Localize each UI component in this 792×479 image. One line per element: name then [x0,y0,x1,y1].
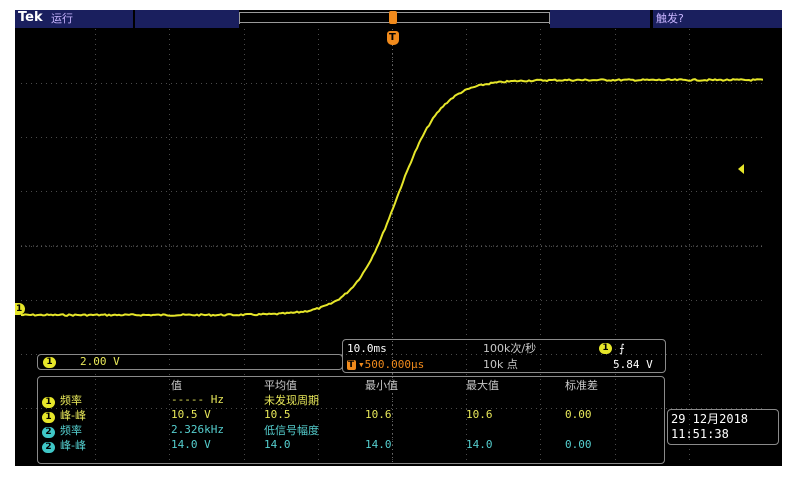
measurements-header-max: 最大值 [466,379,499,392]
row3-channel-badge: 2 [42,427,55,438]
trigger-position-marker-icon[interactable]: T [387,31,399,45]
trigger-status-label: 触发? [656,12,684,25]
row1-value: ----- Hz [171,393,224,406]
horizontal-delay: ▾500.000µs [358,358,425,371]
top-status-bar-right-gap [550,10,650,28]
row2-channel-badge: 1 [42,412,55,423]
run-state-label: 运行 [51,12,73,25]
trigger-level-marker-icon[interactable] [738,164,744,174]
ch1-scale-value: 2.00 V [80,355,120,368]
row4-value: 14.0 V [171,438,211,451]
record-trigger-marker-icon [389,11,397,24]
time-label: 11:51:38 [671,427,729,441]
row3-mean: 低信号幅度 [264,424,319,437]
row4-mean: 14.0 [264,438,291,451]
trigger-source-badge: 1 [599,343,612,354]
row2-mean: 10.5 [264,408,291,421]
row4-max: 14.0 [466,438,493,451]
ch1-badge: 1 [43,357,56,368]
row4-std: 0.00 [565,438,592,451]
trigger-level-value: 5.84 V [613,358,653,371]
sample-rate: 100k次/秒 [483,342,537,355]
measurements-header-mean: 平均值 [264,379,297,392]
brand-logo: Tek [18,10,43,25]
datetime-readout: 29 12月2018 11:51:38 [667,409,779,445]
measurements-header-std: 标准差 [565,379,598,392]
row2-name: 峰-峰 [60,409,86,422]
row2-std: 0.00 [565,408,592,421]
time-per-div: 10.0ms [347,342,387,355]
delay-trigger-icon: T [347,360,356,370]
measurements-header-min: 最小值 [365,379,398,392]
row3-value: 2.326kHz [171,423,224,436]
measurements-header-value: 值 [171,379,182,392]
ch1-scale-readout[interactable]: 1 2.00 V [37,354,343,370]
row1-name: 频率 [60,394,82,407]
horizontal-trigger-readout[interactable]: 10.0ms 100k次/秒 1 ⨍ T ▾500.000µs 10k 点 5.… [342,339,666,373]
row4-channel-badge: 2 [42,442,55,453]
row1-channel-badge: 1 [42,397,55,408]
row2-min: 10.6 [365,408,392,421]
row4-name: 峰-峰 [60,439,86,452]
row4-min: 14.0 [365,438,392,451]
record-length: 10k 点 [483,358,518,371]
oscilloscope-screen: Tek 运行 触发? T 1 1 2.00 V 10.0ms 100k次/秒 1… [15,10,782,466]
row2-value: 10.5 V [171,408,211,421]
row3-name: 频率 [60,424,82,437]
date-label: 29 12月2018 [671,412,749,426]
row1-mean: 未发现周期 [264,394,319,407]
row2-max: 10.6 [466,408,493,421]
trigger-slope-icon: ⨍ [619,342,625,355]
measurements-panel[interactable]: 值 平均值 最小值 最大值 标准差 1 频率 ----- Hz 未发现周期 1 … [37,376,665,464]
top-status-bar-gap [135,10,239,28]
